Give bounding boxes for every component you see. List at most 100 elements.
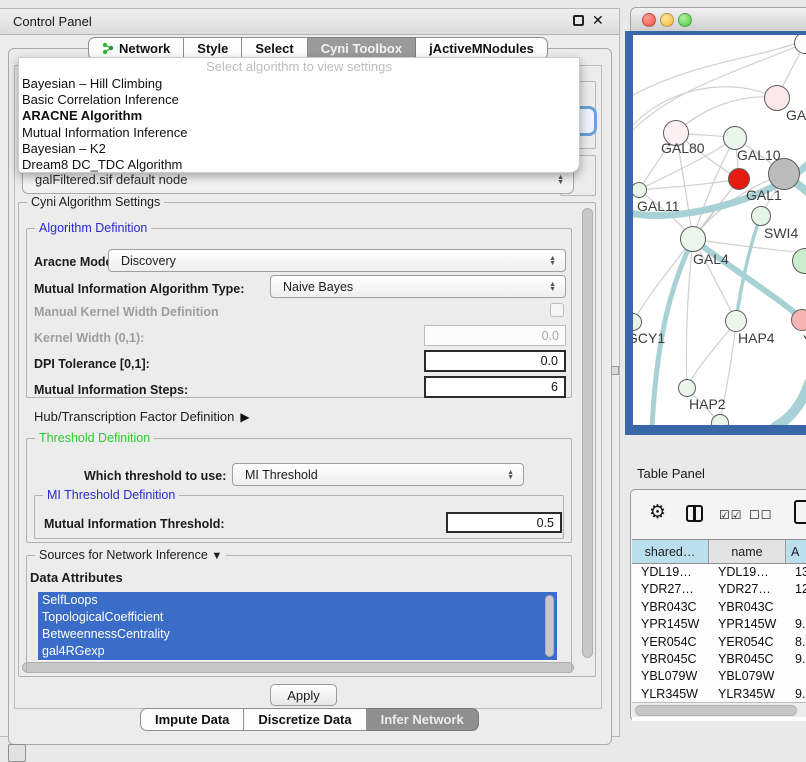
table-cell: YPR145W [632, 616, 709, 633]
table-cell [786, 668, 806, 685]
control-panel-titlebar[interactable]: Control Panel ✕ [0, 9, 619, 35]
zoom-traffic-icon[interactable] [678, 13, 692, 27]
function-builder-icon[interactable] [794, 500, 806, 524]
graph-node-gal1[interactable] [768, 158, 800, 190]
table-row[interactable]: YDR27…YDR27…12 [632, 581, 806, 598]
table-row[interactable]: YBR045CYBR045C9. [632, 651, 806, 668]
tab-label: Cyni Toolbox [321, 41, 402, 56]
dpi-tolerance-field[interactable]: 0.0 [424, 350, 566, 372]
table-row[interactable]: YLR345WYLR345W9. [632, 686, 806, 703]
node-label: GAL80 [661, 140, 705, 156]
attribute-item[interactable]: BetweennessCentrality [38, 626, 557, 643]
attributes-list-scrollbar[interactable] [545, 595, 554, 657]
table-cell: YDL19… [709, 564, 786, 581]
node-label: GAL1 [746, 187, 782, 203]
table-cell: YER054C [632, 634, 709, 651]
settings-vertical-scrollbar[interactable] [582, 208, 593, 658]
attribute-item[interactable]: SelfLoops [38, 592, 557, 609]
algorithm-option[interactable]: Bayesian – K2 [19, 141, 579, 157]
combo-spinner-icon: ▲▼ [557, 175, 564, 185]
clear-checkboxes-icon[interactable]: ☐☐ [749, 508, 773, 522]
algorithm-option[interactable]: Mutual Information Inference [19, 125, 579, 141]
table-cell: 8. [786, 634, 806, 651]
graph-node-y[interactable] [791, 309, 806, 331]
threshold-definition-legend: Threshold Definition [35, 431, 154, 445]
table-cell: YDR27… [709, 581, 786, 598]
node-label: HAP4 [738, 330, 775, 346]
table-row[interactable]: YER054CYER054C8. [632, 634, 806, 651]
algorithm-option[interactable]: Bayesian – Hill Climbing [19, 76, 579, 92]
docked-panel-icon[interactable] [8, 744, 26, 762]
tab-infer-network[interactable]: Infer Network [367, 708, 479, 731]
attribute-item[interactable]: gal4RGexp [38, 643, 557, 660]
table-row[interactable]: YPR145WYPR145W9. [632, 616, 806, 633]
table-horizontal-scrollbar-track[interactable] [632, 702, 806, 717]
close-icon[interactable]: ✕ [592, 12, 604, 29]
node-table: shared…nameAYDL19…YDL19…13YDR27…YDR27…12… [632, 539, 806, 721]
table-row[interactable]: YBR043CYBR043C [632, 599, 806, 616]
tab-label: Select [255, 41, 293, 56]
column-header[interactable]: shared… [632, 540, 709, 563]
graph-node-hap2[interactable] [678, 379, 696, 397]
sources-legend[interactable]: Sources for Network Inference ▼ [35, 548, 226, 562]
table-cell: YBR043C [632, 599, 709, 616]
graph-node[interactable] [711, 414, 729, 425]
kernel-width-field[interactable]: 0.0 [424, 325, 566, 346]
graph-node-swi4[interactable] [751, 206, 771, 226]
table-cell: YBL079W [632, 668, 709, 685]
collapse-down-icon: ▼ [211, 550, 222, 562]
table-cell: 13 [786, 564, 806, 581]
algorithm-option[interactable]: Basic Correlation Inference [19, 92, 579, 108]
settings-gear-icon[interactable]: ⚙ [649, 503, 666, 522]
hub-definition-toggle[interactable]: Hub/Transcription Factor Definition▶ [34, 409, 250, 424]
table-cell: YER054C [709, 634, 786, 651]
table-panel-title: Table Panel [637, 466, 705, 481]
tab-label: jActiveMNodules [429, 41, 534, 56]
graph-node-hap4[interactable] [725, 310, 747, 332]
network-canvas[interactable]: GALGAL80GAL10GAL1GAL11SWI4GAL4GCY1HAP4YH… [633, 35, 806, 425]
algorithm-option[interactable]: Dream8 DC_TDC Algorithm [19, 157, 579, 173]
mi-threshold-field[interactable]: 0.5 [446, 512, 562, 533]
tab-impute-data[interactable]: Impute Data [140, 708, 244, 731]
expand-right-icon: ▶ [240, 410, 249, 424]
aracne-mode-label: Aracne Mode: [34, 255, 117, 269]
select-all-checkboxes-icon[interactable]: ☑☑ [719, 508, 743, 522]
column-header[interactable]: A [786, 540, 806, 563]
network-window-titlebar[interactable] [630, 7, 806, 32]
columns-icon[interactable] [686, 505, 703, 522]
bottom-tab-bar: Impute DataDiscretize DataInfer Network [140, 708, 479, 731]
algorithm-dropdown-popup: Select algorithm to view settings Bayesi… [18, 57, 580, 173]
minimize-traffic-icon[interactable] [660, 13, 674, 27]
float-window-icon[interactable] [573, 15, 584, 26]
tab-discretize-data[interactable]: Discretize Data [244, 708, 366, 731]
table-horizontal-scrollbar-thumb[interactable] [635, 705, 797, 716]
table-row[interactable]: YBL079WYBL079W [632, 668, 806, 685]
manual-kernel-width-checkbox[interactable] [550, 303, 564, 317]
screen: Control Panel ✕ NetworkStyleSelectCyni T… [0, 0, 806, 762]
mi-algorithm-type-label: Mutual Information Algorithm Type: [34, 282, 244, 296]
panel-splitter-grip[interactable] [611, 366, 619, 375]
network-icon [102, 42, 114, 55]
algorithm-option[interactable]: ARACNE Algorithm [19, 108, 579, 124]
attribute-item[interactable]: TopologicalCoefficient [38, 609, 557, 626]
network-focus-frame: GALGAL80GAL10GAL1GAL11SWI4GAL4GCY1HAP4YH… [625, 31, 806, 435]
mi-algorithm-type-combo[interactable]: Naive Bayes ▲▼ [270, 275, 566, 298]
data-attributes-list[interactable]: SelfLoopsTopologicalCoefficientBetweenne… [38, 592, 557, 661]
table-row[interactable]: YDL19…YDL19…13 [632, 564, 806, 581]
mi-steps-field[interactable]: 6 [424, 376, 566, 398]
table-cell: YLR345W [709, 686, 786, 703]
apply-button[interactable]: Apply [270, 684, 337, 706]
network-view-window: GALGAL80GAL10GAL1GAL11SWI4GAL4GCY1HAP4YH… [625, 6, 806, 435]
table-panel: ⚙ ☑☑ ☐☐ shared…nameAYDL19…YDL19…13YDR27…… [630, 489, 806, 721]
mi-steps-label: Mutual Information Steps: [34, 383, 188, 397]
which-threshold-combo[interactable]: MI Threshold ▲▼ [232, 463, 524, 486]
cyni-algorithm-settings-legend: Cyni Algorithm Settings [27, 195, 164, 209]
column-header[interactable]: name [709, 540, 786, 563]
algorithm-definition-legend: Algorithm Definition [35, 221, 151, 235]
close-traffic-icon[interactable] [642, 13, 656, 27]
table-cell: YBR045C [632, 651, 709, 668]
tab-label: Network [119, 41, 170, 56]
mi-threshold-definition-legend: MI Threshold Definition [43, 488, 179, 502]
graph-node-gal4[interactable] [680, 226, 706, 252]
aracne-mode-combo[interactable]: Discovery ▲▼ [108, 249, 566, 272]
